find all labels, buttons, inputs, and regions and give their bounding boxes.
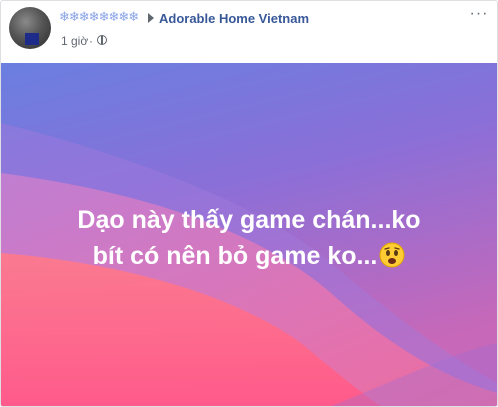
- post-card: ❄❄❄❄❄❄❄❄ Adorable Home Vietnam 1 giờ · ·…: [0, 0, 498, 407]
- post-time[interactable]: 1 giờ: [61, 34, 88, 48]
- avatar-badge: [25, 33, 39, 45]
- author-name[interactable]: ❄❄❄❄❄❄❄❄: [59, 9, 145, 27]
- post-text: Dạo này thấy game chán...ko bít có nên b…: [21, 202, 477, 274]
- post-text-line-2: bít có nên bỏ game ko...: [92, 242, 378, 270]
- group-name-link[interactable]: Adorable Home Vietnam: [159, 11, 309, 27]
- post-text-line-1: Dạo này thấy game chán...ko: [77, 206, 421, 234]
- globe-icon[interactable]: [97, 35, 107, 45]
- meta-separator: ·: [89, 34, 93, 48]
- avatar[interactable]: [9, 7, 51, 49]
- post-header: ❄❄❄❄❄❄❄❄ Adorable Home Vietnam 1 giờ · ·…: [1, 1, 497, 63]
- arrow-right-icon: [148, 13, 154, 23]
- more-options-button[interactable]: ···: [467, 6, 491, 27]
- worried-face-icon: [379, 242, 405, 268]
